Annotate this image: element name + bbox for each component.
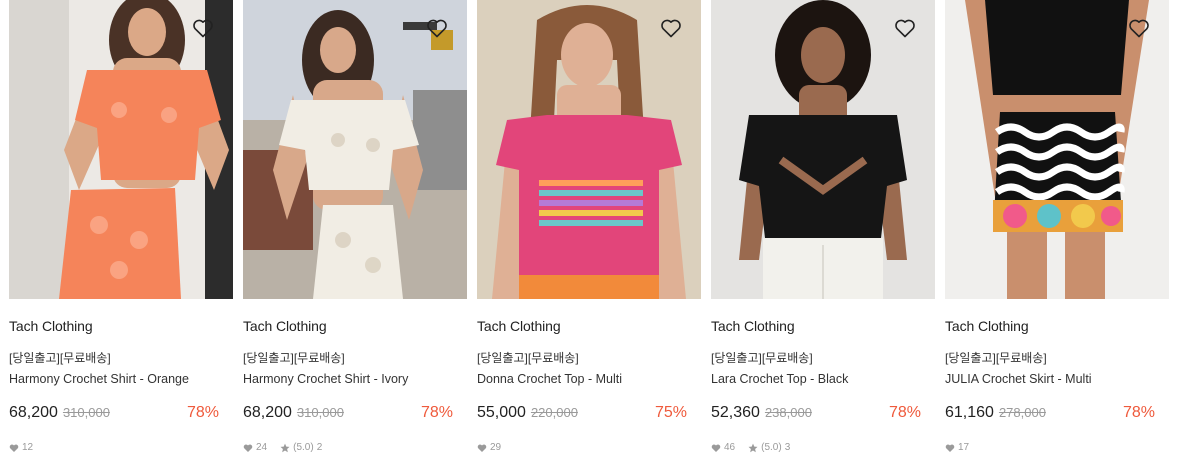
product-card[interactable]: Tach Clothing [당일출고][무료배송] JULIA Crochet…: [945, 0, 1169, 453]
heart-icon: [945, 444, 955, 452]
product-card[interactable]: Tach Clothing [당일출고][무료배송] Harmony Croch…: [9, 0, 233, 453]
product-image[interactable]: [945, 0, 1169, 299]
product-photo: [9, 0, 233, 299]
discount-rate: 75%: [654, 404, 687, 421]
sale-price: 52,360: [711, 404, 760, 421]
shipping-tag: [당일출고][무료배송]: [945, 351, 1047, 365]
product-meta: 12: [9, 442, 233, 453]
sale-price: 68,200: [243, 404, 292, 421]
product-name[interactable]: Donna Crochet Top - Multi: [477, 372, 701, 386]
product-meta: 17: [945, 442, 1169, 453]
product-image[interactable]: [711, 0, 935, 299]
discount-rate: 78%: [1122, 404, 1155, 421]
sale-price: 61,160: [945, 404, 994, 421]
product-meta: 24 (5.0) 2: [243, 442, 467, 453]
star-icon: [280, 443, 290, 452]
brand-name[interactable]: Tach Clothing: [711, 318, 935, 334]
brand-name[interactable]: Tach Clothing: [9, 318, 233, 334]
wishlist-heart-icon[interactable]: [191, 16, 215, 40]
heart-icon: [9, 444, 19, 452]
product-meta: 46 (5.0) 3: [711, 442, 935, 453]
product-name[interactable]: Harmony Crochet Shirt - Ivory: [243, 372, 467, 386]
original-price: 220,000: [530, 405, 578, 420]
product-grid: Tach Clothing [당일출고][무료배송] Harmony Croch…: [9, 0, 1169, 453]
product-card[interactable]: Tach Clothing [당일출고][무료배송] Harmony Croch…: [243, 0, 467, 453]
brand-name[interactable]: Tach Clothing: [945, 318, 1169, 334]
price-row: 52,360 238,000 78%: [711, 404, 935, 422]
product-name[interactable]: Lara Crochet Top - Black: [711, 372, 935, 386]
original-price: 278,000: [998, 405, 1046, 420]
original-price: 238,000: [764, 405, 812, 420]
like-count: 12: [22, 442, 34, 453]
shipping-tag: [당일출고][무료배송]: [711, 351, 813, 365]
sale-price: 68,200: [9, 404, 58, 421]
product-image[interactable]: [477, 0, 701, 299]
wishlist-heart-icon[interactable]: [425, 16, 449, 40]
original-price: 310,000: [62, 405, 110, 420]
brand-name[interactable]: Tach Clothing: [243, 318, 467, 334]
brand-name[interactable]: Tach Clothing: [477, 318, 701, 334]
shipping-tag: [당일출고][무료배송]: [243, 351, 345, 365]
like-count: 46: [724, 442, 736, 453]
discount-rate: 78%: [420, 404, 453, 421]
shipping-tag: [당일출고][무료배송]: [9, 351, 111, 365]
like-count: 17: [958, 442, 970, 453]
discount-rate: 78%: [186, 404, 219, 421]
wishlist-heart-icon[interactable]: [1127, 16, 1151, 40]
product-image[interactable]: [9, 0, 233, 299]
price-row: 68,200 310,000 78%: [243, 404, 467, 422]
shipping-tag: [당일출고][무료배송]: [477, 351, 579, 365]
product-name[interactable]: JULIA Crochet Skirt - Multi: [945, 372, 1169, 386]
star-icon: [748, 443, 758, 452]
heart-icon: [243, 444, 253, 452]
rating-value: (5.0): [761, 442, 782, 453]
product-photo: [477, 0, 701, 299]
product-photo: [243, 0, 467, 299]
product-meta: 29: [477, 442, 701, 453]
product-image[interactable]: [243, 0, 467, 299]
wishlist-heart-icon[interactable]: [659, 16, 683, 40]
heart-icon: [477, 444, 487, 452]
product-card[interactable]: Tach Clothing [당일출고][무료배송] Donna Crochet…: [477, 0, 701, 453]
review-count: 3: [784, 442, 791, 453]
price-row: 55,000 220,000 75%: [477, 404, 701, 422]
price-row: 68,200 310,000 78%: [9, 404, 233, 422]
price-row: 61,160 278,000 78%: [945, 404, 1169, 422]
original-price: 310,000: [296, 405, 344, 420]
like-count: 24: [256, 442, 268, 453]
rating-value: (5.0): [293, 442, 314, 453]
product-photo: [711, 0, 935, 299]
review-count: 2: [316, 442, 323, 453]
product-card[interactable]: Tach Clothing [당일출고][무료배송] Lara Crochet …: [711, 0, 935, 453]
product-photo: [945, 0, 1169, 299]
like-count: 29: [490, 442, 502, 453]
heart-icon: [711, 444, 721, 452]
product-name[interactable]: Harmony Crochet Shirt - Orange: [9, 372, 233, 386]
sale-price: 55,000: [477, 404, 526, 421]
wishlist-heart-icon[interactable]: [893, 16, 917, 40]
discount-rate: 78%: [888, 404, 921, 421]
